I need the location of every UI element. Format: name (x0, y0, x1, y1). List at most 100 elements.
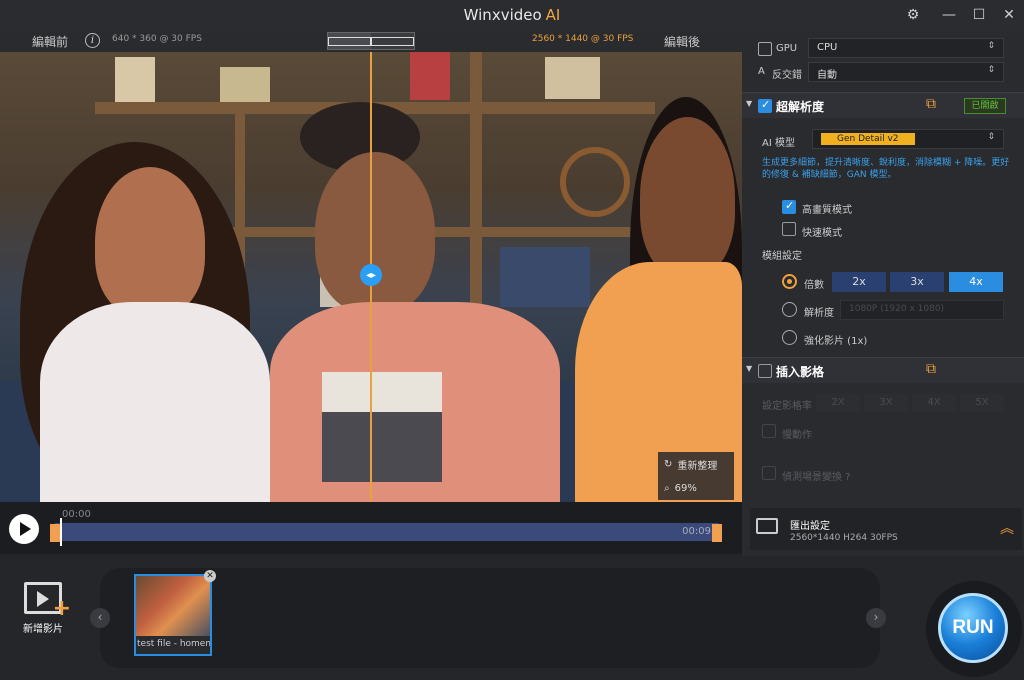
scale-4x-button[interactable]: 4x (949, 272, 1003, 292)
interp-2x-button[interactable]: 2X (816, 394, 860, 412)
run-button[interactable]: RUN (938, 593, 1008, 663)
close-icon[interactable]: ✕ (994, 3, 1024, 27)
super-resolution-title: 超解析度 (776, 100, 825, 114)
slow-motion-checkbox[interactable] (762, 424, 776, 438)
picture-frame (545, 57, 600, 99)
frame-interpolation-checkbox[interactable] (758, 364, 772, 378)
video-thumbnail[interactable]: test file - homema ✕ (134, 570, 216, 656)
export-settings[interactable]: 匯出設定 2560*1440 H264 30FPS ︽ (750, 508, 1022, 550)
scale-2x-button[interactable]: 2x (832, 272, 886, 292)
resolution-label: 解析度 (804, 308, 834, 319)
multiple-radio[interactable] (782, 274, 797, 289)
gpu-value: CPU (817, 42, 838, 53)
chevron-updown-icon: ⇕ (987, 65, 995, 75)
monitor-settings-icon (756, 518, 778, 534)
video-strip: ‹ test file - homema ✕ › (90, 568, 886, 668)
person-middle-face (315, 152, 435, 312)
interp-3x-button[interactable]: 3X (864, 394, 908, 412)
person-left-face (95, 167, 205, 317)
compare-icon[interactable]: ⧉ (926, 96, 936, 112)
add-video-icon: + (24, 582, 71, 621)
scene-detect-label: 偵測場景變換 ? (782, 472, 851, 483)
books (410, 52, 450, 100)
frame-interpolation-header[interactable]: ▼ 插入影格 ⧉ (742, 357, 1024, 383)
compare-icon[interactable]: ⧉ (926, 361, 936, 377)
trim-start-handle[interactable] (50, 524, 60, 542)
gpu-select[interactable]: CPU ⇕ (808, 38, 1004, 58)
reset-preview-button[interactable]: ↻ 重新整理 (658, 452, 734, 476)
resolution-value: 1080P (1920 x 1080) (849, 304, 945, 314)
split-view-icon (328, 36, 371, 46)
module-settings-label: 模組設定 (762, 251, 802, 262)
interp-5x-button[interactable]: 5X (960, 394, 1004, 412)
caret-down-icon: ▼ (746, 364, 753, 373)
timeline-track[interactable]: 00:09 (55, 523, 719, 541)
chevron-left-icon[interactable]: ‹ (90, 608, 110, 628)
bottom-bar: + 新增影片 ‹ test file - homema ✕ › RUN (0, 556, 1024, 680)
scene-detect-checkbox[interactable] (762, 466, 776, 480)
play-button[interactable] (9, 514, 39, 544)
trim-end-handle[interactable] (712, 524, 722, 542)
maximize-icon[interactable]: ☐ (964, 3, 994, 27)
export-info: 2560*1440 H264 30FPS (790, 533, 898, 543)
hq-mode-checkbox[interactable] (782, 199, 796, 214)
chevron-right-icon[interactable]: › (866, 608, 886, 628)
split-handle-icon[interactable]: ◂▸ (360, 264, 382, 286)
shelf-post (470, 52, 482, 312)
deinterlace-select[interactable]: 自動 ⇕ (808, 62, 1004, 82)
ai-model-value: Gen Detail v2 (821, 133, 915, 145)
settings-gear-icon[interactable]: ⚙ (898, 3, 928, 27)
picture-frame (115, 57, 155, 102)
thumbnail-name: test file - homema (137, 639, 210, 649)
caret-down-icon: ▼ (746, 99, 753, 108)
remove-video-icon[interactable]: ✕ (204, 570, 216, 582)
after-info: 2560 * 1440 @ 30 FPS (532, 34, 634, 44)
info-icon[interactable]: i (85, 33, 100, 48)
minimize-icon[interactable]: — (934, 3, 964, 27)
zoom-icon: ⌕ (664, 482, 670, 494)
compare-mode-toggle[interactable] (327, 32, 415, 50)
chevron-up-double-icon[interactable]: ︽ (1000, 518, 1014, 538)
super-resolution-checkbox[interactable] (758, 98, 772, 113)
zoom-value: 69% (674, 482, 697, 494)
time-start: 00:00 (62, 509, 91, 520)
ai-model-select[interactable]: Gen Detail v2 ⇕ (812, 129, 1004, 149)
person-right-face (640, 117, 735, 277)
side-by-side-button[interactable] (371, 33, 414, 49)
deinterlace-value: 自動 (817, 70, 837, 81)
scale-3x-button[interactable]: 3x (890, 272, 944, 292)
split-view-button[interactable] (328, 33, 371, 49)
multiple-label: 倍數 (804, 280, 824, 291)
run-button-frame: RUN (926, 581, 1022, 677)
frame-interpolation-title: 插入影格 (776, 365, 825, 379)
interp-4x-button[interactable]: 4X (912, 394, 956, 412)
resolution-select[interactable]: 1080P (1920 x 1080) (840, 300, 1004, 320)
preview-header: 編輯前 i 640 * 360 @ 30 FPS 2560 * 1440 @ 3… (0, 30, 742, 52)
gpu-icon (758, 42, 772, 56)
app-window: Winxvideo AI ⚙ — ☐ ✕ 編輯前 i 640 * 360 @ 30… (0, 0, 1024, 680)
chevron-updown-icon: ⇕ (987, 41, 995, 51)
enhance-radio[interactable] (782, 330, 797, 345)
deinterlace-icon: A (758, 66, 765, 77)
playhead[interactable] (60, 518, 62, 546)
before-label: 編輯前 (32, 35, 69, 49)
settings-panel: GPU CPU ⇕ A 反交錯 自動 ⇕ ▼ 超解析度 ⧉ 已開啟 AI 模型 Ge… (742, 30, 1024, 556)
person-left-blouse (40, 302, 270, 502)
books (500, 247, 590, 307)
before-info: 640 * 360 @ 30 FPS (112, 34, 202, 44)
chevron-updown-icon: ⇕ (987, 132, 995, 142)
after-label: 編輯後 (664, 35, 701, 49)
resolution-radio[interactable] (782, 302, 797, 317)
deinterlace-label: 反交錯 (772, 70, 802, 81)
refresh-icon: ↻ (664, 458, 673, 470)
add-video-button[interactable]: + 新增影片 (18, 582, 71, 635)
reset-label: 重新整理 (677, 460, 718, 472)
status-badge: 已開啟 (964, 98, 1006, 114)
slow-motion-label: 慢動作 (782, 430, 812, 441)
add-video-label: 新增影片 (23, 624, 63, 635)
gift-box (322, 372, 442, 482)
enhance-label: 強化影片 (1x) (804, 336, 868, 347)
ai-model-description: 生成更多細節，提升清晰度、銳利度，消除模糊 + 降噪。更好的修復 & 補缺細節，… (762, 158, 1010, 180)
fast-mode-checkbox[interactable] (782, 222, 796, 236)
zoom-control[interactable]: ⌕ 69% (658, 476, 734, 500)
